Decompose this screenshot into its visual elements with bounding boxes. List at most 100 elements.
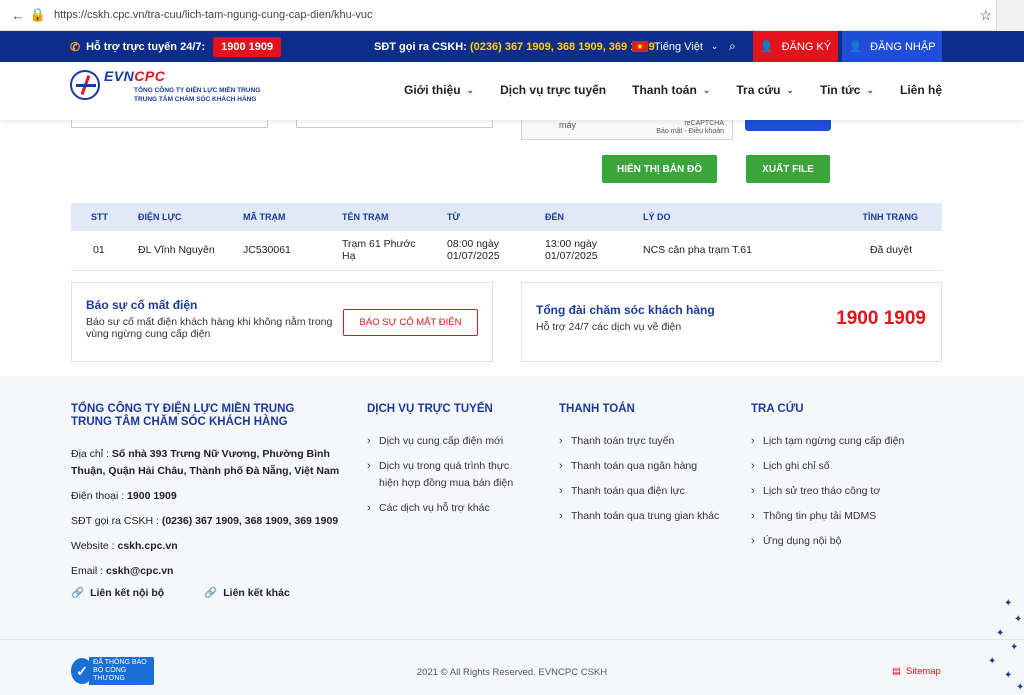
copyright: 2021 © All Rights Reserved. EVNCPC CSKH [416, 667, 608, 678]
footer-col-lookup: TRA CỨU Lịch tạm ngừng cung cấp điện Lịc… [751, 403, 941, 558]
column-header: TỪ [447, 203, 545, 231]
cell-dien-luc: ĐL Vĩnh Nguyên [138, 231, 243, 271]
chevron-down-icon: ⌄ [866, 84, 874, 95]
footer-link[interactable]: Các dịch vụ hỗ trợ khác [367, 500, 517, 517]
footer-link[interactable]: Lịch sử treo tháo công tơ [751, 483, 941, 500]
recaptcha-label: reCAPTCHA Bảo mật - Điều khoản [656, 120, 724, 135]
support-title: Tổng đài chăm sóc khách hàng [536, 303, 715, 317]
nav-item-tin-tuc[interactable]: Tin tức ⌄ [820, 83, 874, 97]
cell-den: 13:00 ngày 01/07/2025 [545, 231, 643, 271]
footer-link[interactable]: Thanh toán qua ngân hàng [559, 458, 729, 475]
footer-link[interactable]: Lịch ghi chỉ số [751, 458, 941, 475]
language-selector[interactable]: ★ Tiếng Việt ⌄ [632, 41, 718, 53]
cell-tinh-trang: Đã duyệt [843, 231, 942, 271]
column-header: LÝ DO [643, 203, 843, 231]
footer-col-title: DỊCH VỤ TRỰC TUYẾN [367, 403, 493, 415]
logo-subtitle: TỔNG CÔNG TY ĐIỆN LỰC MIỀN TRUNG TRUNG TÂ… [134, 87, 261, 103]
cskh-phone: SĐT gọi ra CSKH : (0236) 367 1909, 368 1… [71, 515, 339, 527]
link-icon: 🔗 [71, 587, 85, 599]
column-header: ĐIỆN LỰC [138, 203, 243, 231]
login-button[interactable]: 👤 ĐĂNG NHẬP [842, 31, 942, 62]
export-file-button[interactable]: XUẤT FILE [746, 155, 830, 183]
cskh-phones: SĐT gọi ra CSKH: (0236) 367 1909, 368 19… [374, 41, 655, 53]
column-header: STT [71, 203, 138, 231]
bookmark-star-icon[interactable]: ☆ [979, 7, 992, 24]
report-description: Báo sự cố mất điện khách hàng khi không … [86, 316, 333, 340]
footer-link[interactable]: Thanh toán qua trung gian khác [559, 508, 729, 525]
hotline: ✆ Hỗ trợ trực tuyến 24/7: 1900 1909 [70, 36, 282, 57]
footer-link[interactable]: Thanh toán trực tuyến [559, 433, 729, 450]
support-description: Hỗ trợ 24/7 các dịch vụ về điện [536, 321, 682, 333]
footer-link[interactable]: Dịch vụ cung cấp điện mới [367, 433, 517, 450]
column-header: TÌNH TRẠNG [843, 203, 942, 231]
outage-table: STT ĐIỆN LỰC MÃ TRẠM TÊN TRẠM TỪ ĐẾN LÝ … [71, 203, 942, 271]
report-outage-button[interactable]: BÁO SỰ CỐ MẤT ĐIỆN [343, 309, 478, 336]
table-row: 01 ĐL Vĩnh Nguyên JC530061 Trạm 61 Phước… [71, 231, 942, 271]
phone-icon: ✆ [70, 39, 81, 54]
filter-select-1[interactable] [71, 120, 268, 128]
cskh-label: SĐT gọi ra CSKH: [374, 40, 467, 53]
evncpc-logo[interactable]: EVNCPC TỔNG CÔNG TY ĐIỆN LỰC MIỀN TRUNG T… [70, 68, 260, 104]
column-header: TÊN TRẠM [342, 203, 447, 231]
support-hotline-number[interactable]: 1900 1909 [836, 308, 926, 330]
footer-link[interactable]: Ứng dụng nội bộ [751, 533, 941, 550]
filter-select-2[interactable] [296, 120, 493, 128]
nav-item-lien-he[interactable]: Liên hệ [900, 83, 942, 97]
footer-col-online-services: DỊCH VỤ TRỰC TUYẾN Dịch vụ cung cấp điện… [367, 403, 517, 525]
footer: TỔNG CÔNG TY ĐIỆN LỰC MIỀN TRUNG TRUNG TÂ… [0, 376, 1024, 695]
chevron-down-icon: ⌄ [710, 41, 719, 51]
footer-link[interactable]: Lịch tạm ngừng cung cấp điện [751, 433, 941, 450]
back-icon[interactable]: ← [8, 5, 28, 25]
other-link[interactable]: 🔗 Liên kết khác [204, 586, 290, 599]
vietnam-flag-icon: ★ [632, 41, 648, 52]
user-icon: 👤 [848, 41, 863, 53]
decorative-stars: ✦ ✦ ✦ ✦ ✦ ✦ ✦ [988, 598, 1024, 693]
footer-link[interactable]: Dịch vụ trong quá trình thực hiện hợp đồ… [367, 458, 517, 492]
footer-col-payment: THANH TOÁN Thanh toán trực tuyến Thanh t… [559, 403, 729, 533]
url-text[interactable]: https://cskh.cpc.vn/tra-cuu/lich-tam-ngu… [54, 9, 979, 21]
hotline-number-badge[interactable]: 1900 1909 [213, 36, 282, 57]
company-name: TỔNG CÔNG TY ĐIỆN LỰC MIỀN TRUNG TRUNG TÂ… [71, 403, 295, 428]
nav-menu: Giới thiệu ⌄ Dịch vụ trực tuyến Thanh toá… [378, 83, 942, 97]
report-title: Báo sự cố mất điện [86, 298, 198, 312]
nav-item-gioi-thieu[interactable]: Giới thiệu ⌄ [404, 83, 474, 97]
nav-item-tra-cuu[interactable]: Tra cứu ⌄ [736, 83, 794, 97]
main-navigation: EVNCPC TỔNG CÔNG TY ĐIỆN LỰC MIỀN TRUNG T… [0, 62, 1024, 120]
fetch-data-button[interactable] [745, 120, 831, 131]
table-header: STT ĐIỆN LỰC MÃ TRẠM TÊN TRẠM TỪ ĐẾN LÝ … [71, 203, 942, 231]
footer-bottom: ✓ ĐÃ THÔNG BÁO BỘ CÔNG THƯƠNG 2021 © All … [0, 639, 1024, 695]
top-bar: ✆ Hỗ trợ trực tuyến 24/7: 1900 1909 SĐT … [0, 31, 1024, 62]
cell-tu: 08:00 ngày 01/07/2025 [447, 231, 545, 271]
footer-links: 🔗 Liên kết nội bộ 🔗 Liên kết khác [71, 586, 341, 599]
cell-ten-tram: Trạm 61 Phước Hạ [342, 231, 447, 271]
footer-link[interactable]: Thanh toán qua điện lực [559, 483, 729, 500]
footer-link[interactable]: Thông tin phụ tải MDMS [751, 508, 941, 525]
report-outage-box: Báo sự cố mất điện Báo sự cố mất điện kh… [71, 282, 493, 362]
cell-stt: 01 [71, 231, 138, 271]
cskh-numbers: (0236) 367 1909, 368 1909, 369 1909 [469, 40, 655, 53]
hotline-label: Hỗ trợ trực tuyến 24/7: [86, 40, 206, 53]
lock-icon[interactable]: 🔒 [28, 5, 48, 25]
email: Email : cskh@cpc.vn [71, 565, 174, 577]
internal-link[interactable]: 🔗 Liên kết nội bộ [71, 586, 164, 599]
recaptcha-widget[interactable]: máy reCAPTCHA Bảo mật - Điều khoản [521, 120, 733, 140]
contact-info: Địa chỉ : Số nhà 393 Trưng Nữ Vương, Phư… [71, 446, 341, 580]
logo-text: EVNCPC TỔNG CÔNG TY ĐIỆN LỰC MIỀN TRUNG T… [104, 68, 260, 104]
nav-item-thanh-toan[interactable]: Thanh toán ⌄ [632, 83, 710, 97]
login-label: ĐĂNG NHẬP [870, 40, 936, 53]
nav-item-dich-vu-truc-tuyen[interactable]: Dịch vụ trực tuyến [500, 83, 606, 97]
show-map-button[interactable]: HIỂN THỊ BẢN ĐỒ [602, 155, 717, 183]
user-icon: 👤 [759, 41, 774, 53]
search-icon[interactable]: ⌕ [729, 39, 736, 54]
register-label: ĐĂNG KÝ [781, 40, 832, 53]
footer-col-title: THANH TOÁN [559, 403, 635, 415]
main-content: máy reCAPTCHA Bảo mật - Điều khoản HIỂN T… [0, 120, 1024, 376]
browser-side-panel [996, 0, 1024, 31]
support-hotline-box: Tổng đài chăm sóc khách hàng Hỗ trợ 24/7… [521, 282, 942, 362]
cell-ly-do: NCS cân pha trạm T.61 [643, 231, 843, 271]
sitemap-icon: ▤ [892, 666, 901, 677]
register-button[interactable]: 👤 ĐĂNG KÝ [753, 31, 838, 62]
chevron-down-icon: ⌄ [786, 84, 794, 95]
sitemap-link[interactable]: ▤ Sitemap [892, 666, 941, 677]
column-header: ĐẾN [545, 203, 643, 231]
